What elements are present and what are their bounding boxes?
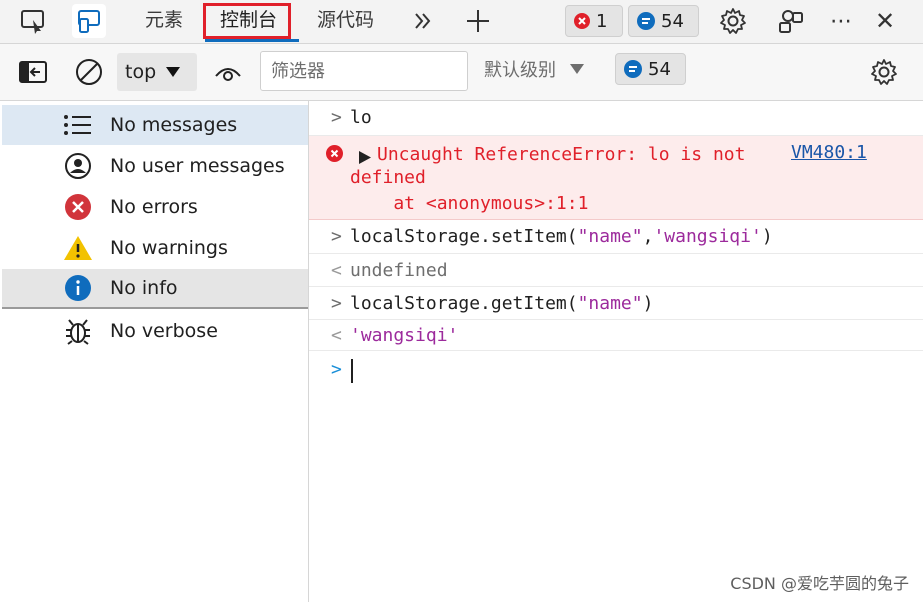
console-input-text: lo — [350, 107, 372, 128]
message-icon — [624, 60, 642, 78]
dropdown-arrow-icon — [570, 64, 584, 74]
active-tab-indicator — [205, 39, 299, 42]
console-output-row: < undefined — [309, 254, 923, 287]
filter-input[interactable] — [260, 51, 468, 91]
console-output-text: undefined — [350, 260, 448, 281]
code-fragment: ) — [642, 293, 654, 314]
annotation-highlight-box — [203, 3, 291, 39]
code-fragment: , — [642, 226, 654, 247]
user-icon — [58, 152, 98, 180]
dropdown-arrow-icon — [166, 67, 181, 77]
code-string: "name" — [577, 293, 643, 314]
output-chevron-icon: < — [331, 325, 342, 346]
console-toolbar: top 默认级别 54 — [0, 44, 923, 101]
more-options-icon[interactable]: ⋯ — [824, 4, 858, 38]
sidebar-item-warnings[interactable]: No warnings — [2, 228, 308, 268]
toolbar-message-badge[interactable]: 54 — [615, 53, 686, 85]
inspect-element-icon[interactable] — [16, 4, 50, 38]
more-tabs-icon[interactable] — [406, 4, 440, 38]
error-icon — [574, 13, 590, 29]
input-chevron-icon: > — [331, 293, 342, 314]
code-fragment: ) — [761, 226, 773, 247]
warning-icon — [58, 235, 98, 261]
live-expression-eye-icon[interactable] — [211, 55, 245, 89]
error-message-line2: defined — [350, 167, 426, 188]
sidebar-item-label: No messages — [110, 114, 238, 136]
code-string: "name" — [577, 226, 643, 247]
console-output[interactable]: > lo Uncaught ReferenceError: lo is not … — [309, 101, 923, 602]
toggle-sidebar-icon[interactable] — [16, 55, 50, 89]
message-count-badge[interactable]: 54 — [628, 5, 699, 37]
console-prompt[interactable]: > — [309, 351, 923, 391]
sidebar-item-label: No errors — [110, 196, 198, 218]
sidebar-item-label: No verbose — [110, 320, 218, 342]
context-label: top — [125, 61, 157, 83]
sidebar-item-errors[interactable]: No errors — [2, 187, 308, 227]
message-count: 54 — [661, 10, 684, 32]
message-count: 54 — [648, 58, 671, 80]
error-icon — [58, 193, 98, 221]
error-count: 1 — [596, 10, 608, 32]
customize-icon[interactable] — [774, 4, 808, 38]
sidebar-item-label: No user messages — [110, 155, 285, 177]
sidebar-item-messages[interactable]: No messages — [2, 105, 308, 145]
context-selector[interactable]: top — [117, 53, 197, 91]
console-input-row: > localStorage.getItem("name") — [309, 287, 923, 320]
settings-gear-icon[interactable] — [716, 4, 750, 38]
log-level-dropdown[interactable]: 默认级别 — [484, 56, 584, 82]
clear-console-icon[interactable] — [72, 55, 106, 89]
tab-sources[interactable]: 源代码 — [317, 0, 374, 42]
console-input-text: localStorage.getItem("name") — [350, 293, 653, 314]
output-chevron-icon: < — [331, 260, 342, 281]
code-string: 'wangsiqi' — [653, 226, 762, 247]
error-message-line1: Uncaught ReferenceError: lo is not — [377, 144, 746, 165]
sidebar-item-label: No warnings — [110, 237, 228, 259]
devtools-tabbar: 元素 控制台 源代码 1 54 ⋯ ✕ — [0, 0, 923, 44]
sidebar-item-verbose[interactable]: No verbose — [2, 311, 308, 351]
close-devtools-icon[interactable]: ✕ — [868, 4, 902, 38]
console-input-text: localStorage.setItem("name",'wangsiqi') — [350, 226, 773, 247]
console-settings-gear-icon[interactable] — [867, 55, 901, 89]
text-caret — [351, 359, 353, 383]
sidebar-item-label: No info — [110, 277, 178, 299]
input-chevron-icon: > — [331, 226, 342, 247]
error-stack-trace: at <anonymous>:1:1 — [350, 193, 589, 214]
prompt-chevron-icon: > — [331, 359, 342, 380]
code-fragment: localStorage.getItem( — [350, 293, 578, 314]
console-sidebar: No messages No user messages No errors N… — [0, 101, 309, 602]
console-input-row: > lo — [309, 101, 923, 136]
console-output-text: 'wangsiqi' — [350, 325, 459, 346]
device-emulation-icon[interactable] — [72, 4, 106, 38]
code-fragment: localStorage.setItem( — [350, 226, 578, 247]
bug-icon — [58, 316, 98, 346]
error-icon — [326, 145, 343, 167]
expand-triangle-icon[interactable] — [359, 148, 371, 169]
log-level-label: 默认级别 — [484, 60, 556, 81]
tab-elements[interactable]: 元素 — [145, 0, 183, 42]
sidebar-item-info[interactable]: No info — [2, 269, 308, 309]
console-output-row: < 'wangsiqi' — [309, 320, 923, 351]
watermark: CSDN @爱吃芋圆的兔子 — [730, 574, 909, 593]
sidebar-item-user-messages[interactable]: No user messages — [2, 146, 308, 186]
info-icon — [58, 274, 98, 302]
input-chevron-icon: > — [331, 107, 342, 128]
list-icon — [58, 113, 98, 137]
console-error-row: Uncaught ReferenceError: lo is not defin… — [309, 136, 923, 220]
error-source-link[interactable]: VM480:1 — [791, 142, 867, 163]
message-icon — [637, 12, 655, 30]
console-input-row: > localStorage.setItem("name",'wangsiqi'… — [309, 220, 923, 254]
error-count-badge[interactable]: 1 — [565, 5, 623, 37]
add-tab-icon[interactable] — [461, 4, 495, 38]
